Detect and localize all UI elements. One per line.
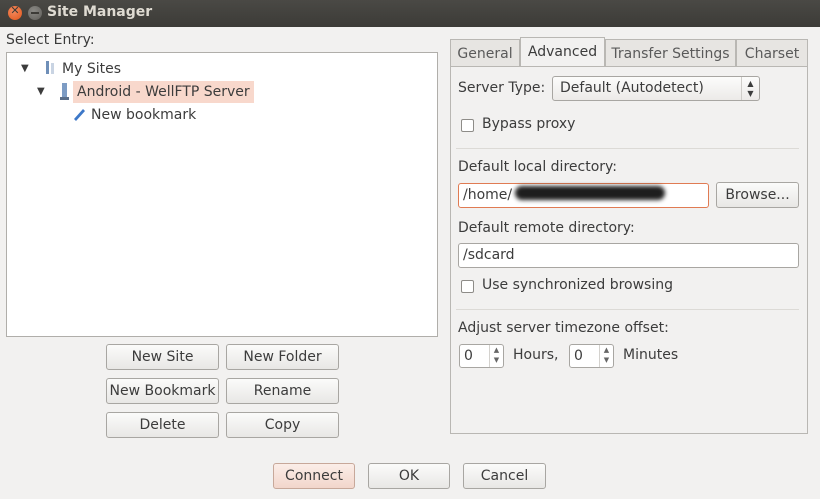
copy-button[interactable]: Copy: [226, 412, 339, 438]
redacted-path: [515, 186, 665, 200]
tree-item-label: Android - WellFTP Server: [73, 81, 254, 103]
select-entry-label: Select Entry:: [6, 32, 95, 48]
server-type-label: Server Type:: [458, 80, 546, 96]
server-icon: [59, 82, 71, 109]
site-tree[interactable]: ▼ My Sites ▼ Android - WellFTP Server Ne…: [6, 52, 438, 337]
tab-general[interactable]: General: [450, 39, 520, 67]
separator: [456, 309, 799, 310]
tab-advanced[interactable]: Advanced: [520, 37, 605, 67]
new-site-button[interactable]: New Site: [106, 344, 219, 370]
hours-spinner[interactable]: 0 ▲ ▼: [459, 344, 504, 368]
separator: [456, 148, 799, 149]
spin-arrows-icon[interactable]: ▲ ▼: [489, 345, 503, 367]
remote-dir-label: Default remote directory:: [458, 220, 635, 236]
server-type-value: Default (Autodetect): [560, 80, 704, 96]
new-folder-button[interactable]: New Folder: [226, 344, 339, 370]
minimize-icon: [31, 12, 39, 14]
hours-label: Hours,: [513, 347, 559, 363]
tab-transfer-settings[interactable]: Transfer Settings: [605, 39, 736, 67]
timezone-offset-label: Adjust server timezone offset:: [458, 320, 669, 336]
bookmark-icon: [71, 106, 87, 129]
spin-arrows-icon[interactable]: ▲ ▼: [599, 345, 613, 367]
ok-button[interactable]: OK: [368, 463, 450, 489]
browse-button[interactable]: Browse...: [716, 182, 799, 208]
tree-item-label: My Sites: [62, 61, 121, 77]
title-bar: ✕ Site Manager: [0, 0, 820, 27]
window-title: Site Manager: [47, 4, 153, 20]
local-dir-label: Default local directory:: [458, 159, 618, 175]
hours-value: 0: [464, 348, 473, 364]
cancel-button[interactable]: Cancel: [463, 463, 546, 489]
close-icon: ✕: [10, 4, 20, 17]
folder-icon: [43, 58, 57, 83]
sync-browsing-checkbox[interactable]: [461, 280, 474, 293]
new-bookmark-button[interactable]: New Bookmark: [106, 378, 219, 404]
minutes-label: Minutes: [623, 347, 679, 363]
minutes-value: 0: [574, 348, 583, 364]
local-dir-value: /home/: [463, 187, 513, 203]
tab-charset[interactable]: Charset: [736, 39, 808, 67]
minimize-window-button[interactable]: [28, 6, 42, 20]
expander-down-icon[interactable]: ▼: [37, 81, 45, 103]
delete-button[interactable]: Delete: [106, 412, 219, 438]
rename-button[interactable]: Rename: [226, 378, 339, 404]
bypass-proxy-label: Bypass proxy: [482, 116, 576, 132]
tree-item-label: New bookmark: [91, 107, 197, 123]
minutes-spinner[interactable]: 0 ▲ ▼: [569, 344, 614, 368]
spin-arrows-icon: ▲ ▼: [741, 77, 759, 100]
close-window-button[interactable]: ✕: [8, 4, 22, 20]
connect-button[interactable]: Connect: [273, 463, 355, 489]
server-type-select[interactable]: Default (Autodetect) ▲ ▼: [552, 76, 760, 101]
expander-down-icon[interactable]: ▼: [21, 58, 29, 80]
remote-dir-input[interactable]: /sdcard: [458, 243, 799, 268]
sync-browsing-label: Use synchronized browsing: [482, 277, 673, 293]
remote-dir-value: /sdcard: [463, 247, 515, 263]
bypass-proxy-checkbox[interactable]: [461, 119, 474, 132]
